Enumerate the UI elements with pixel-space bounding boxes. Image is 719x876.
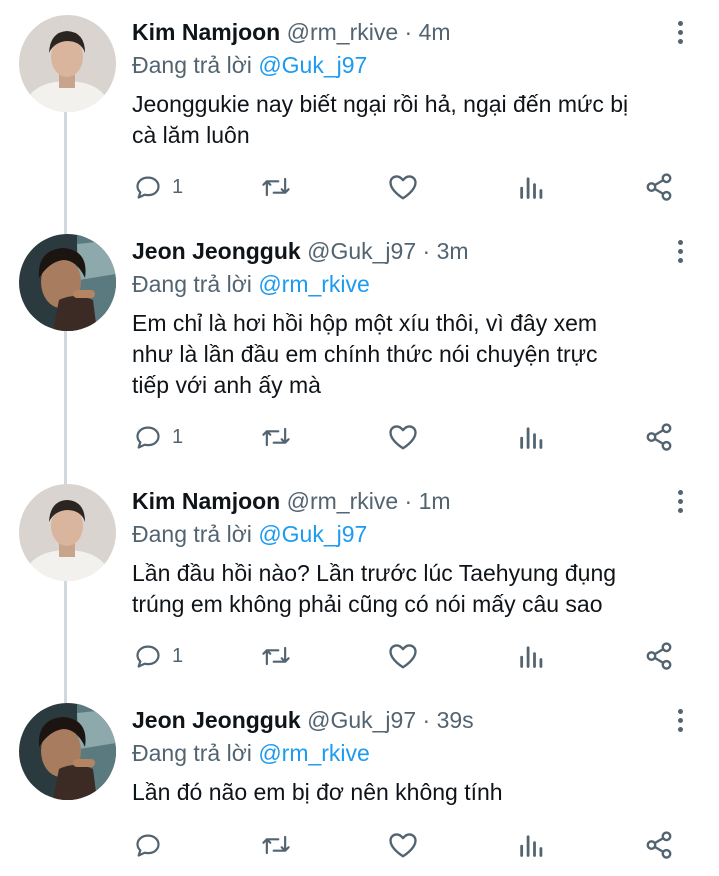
replying-to: Đang trả lời @rm_rkive xyxy=(132,736,370,770)
tweet-text: Lần đó não em bị đơ nên không tính xyxy=(132,777,692,808)
tweet-header: Jeon Jeongguk @Guk_j97 · 39s xyxy=(132,703,474,737)
reply-icon xyxy=(136,834,160,857)
timestamp[interactable]: 39s xyxy=(437,707,474,733)
retweet-button[interactable] xyxy=(260,830,292,860)
share-button[interactable] xyxy=(644,830,674,860)
retweet-icon xyxy=(262,835,290,855)
display-name[interactable]: Jeon Jeongguk xyxy=(132,707,301,733)
share-icon xyxy=(646,831,672,859)
analytics-button[interactable] xyxy=(518,830,544,860)
user-handle[interactable]: @Guk_j97 xyxy=(307,707,416,733)
reply-mention-link[interactable]: @rm_rkive xyxy=(258,740,370,766)
separator-dot: · xyxy=(422,707,431,733)
tweet-text-line: Lần đó não em bị đơ nên không tính xyxy=(132,779,503,805)
heart-icon xyxy=(389,833,417,858)
reply-prefix: Đang trả lời xyxy=(132,740,252,766)
more-vertical-icon[interactable] xyxy=(668,705,692,735)
avatar[interactable] xyxy=(19,703,116,800)
tweet[interactable]: Jeon Jeongguk @Guk_j97 · 39s Đang trả lờ… xyxy=(0,0,719,876)
like-button[interactable] xyxy=(388,830,418,860)
reply-button[interactable] xyxy=(134,830,172,860)
analytics-icon xyxy=(520,835,543,857)
